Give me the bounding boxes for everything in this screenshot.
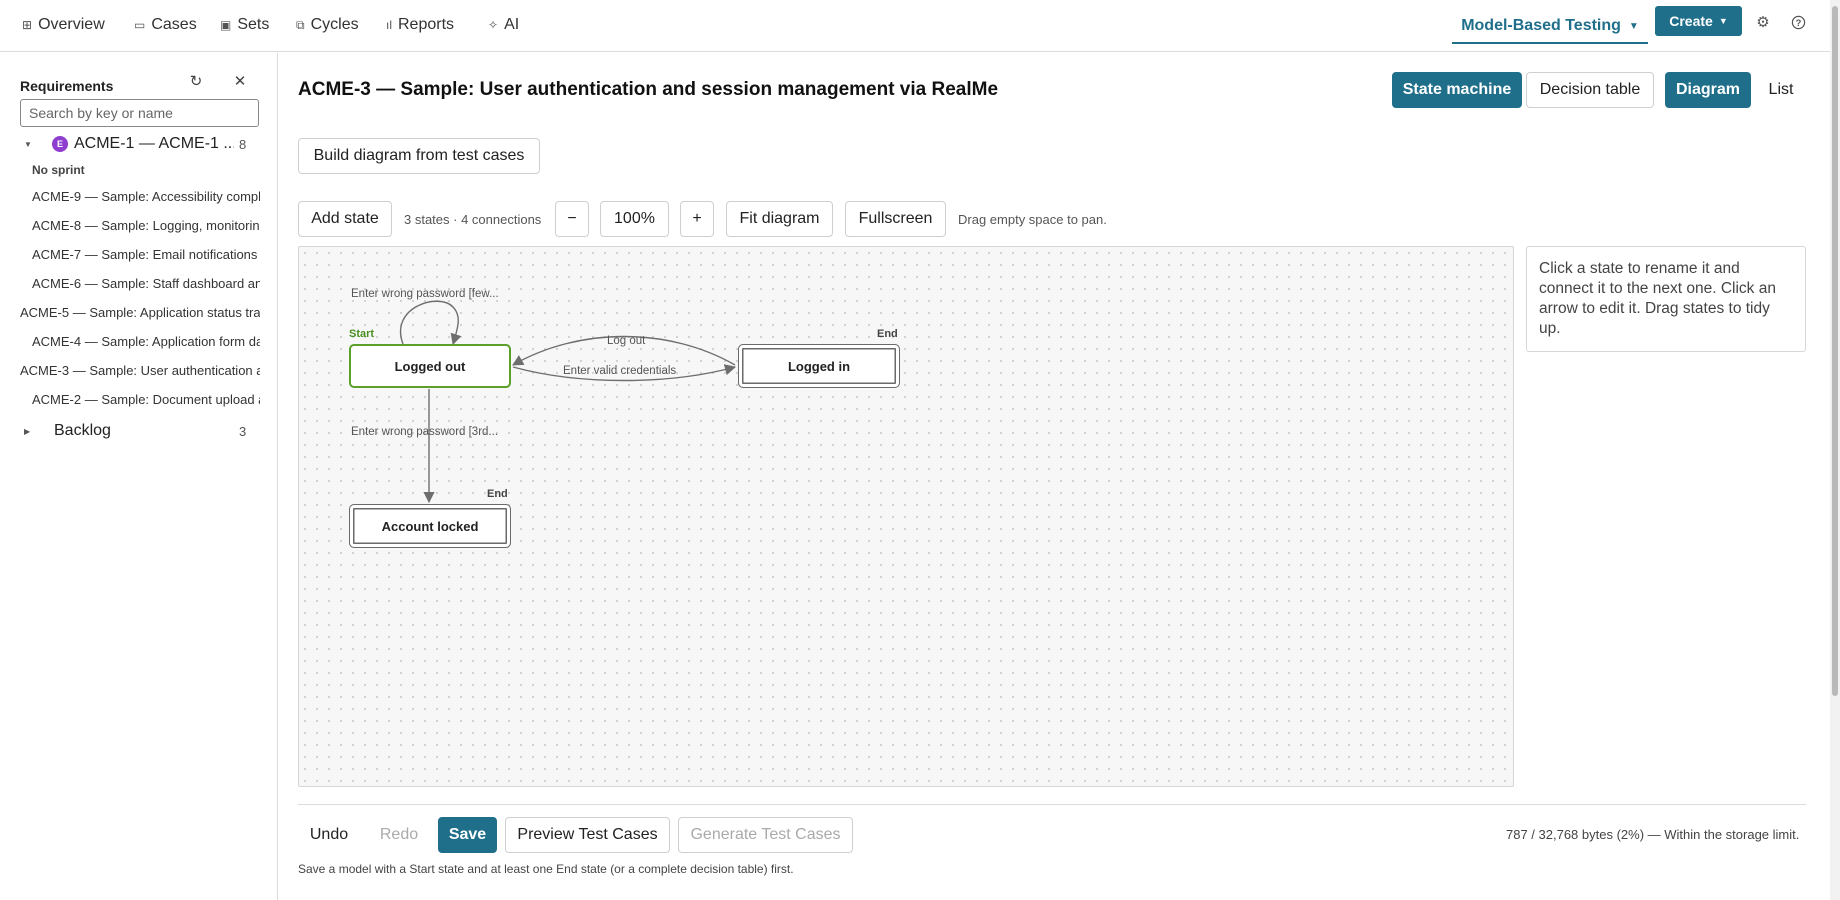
footer-divider [298, 804, 1806, 805]
caret-down-icon: ▼ [1718, 16, 1728, 26]
end-tag: End [877, 328, 898, 340]
sprint-label: No sprint [32, 163, 85, 177]
backlog-label: Backlog [54, 422, 111, 439]
bar-chart-icon: ıl [386, 18, 392, 32]
save-note: Save a model with a Start state and at l… [298, 862, 794, 876]
add-state-button[interactable]: Add state [298, 201, 392, 237]
edge-label[interactable]: Enter valid credentials [563, 365, 676, 377]
fit-diagram-button[interactable]: Fit diagram [726, 201, 833, 237]
zoom-level[interactable]: 100% [600, 201, 669, 237]
state-logged-out[interactable]: Logged out [349, 344, 511, 388]
sparkle-icon: ✧ [488, 18, 499, 32]
refresh-icon[interactable]: ↻ [186, 71, 206, 91]
help-box: Click a state to rename it and connect i… [1526, 246, 1806, 352]
list-item[interactable]: ACME-9 — Sample: Accessibility compli [32, 189, 260, 207]
nav-ai-label: AI [504, 16, 520, 33]
nav-sets-label: Sets [237, 16, 270, 33]
epic-label: ACME-1 — ACME-1 ... [74, 135, 234, 152]
build-diagram-button[interactable]: Build diagram from test cases [298, 138, 540, 174]
list-item[interactable]: ACME-3 — Sample: User authentication a [20, 363, 260, 381]
start-tag: Start [349, 328, 375, 340]
chevron-down-icon[interactable]: ▼ [24, 140, 42, 149]
preview-test-cases-button[interactable]: Preview Test Cases [505, 817, 670, 853]
nav-reports-label: Reports [398, 16, 455, 33]
folder-icon: ▭ [134, 18, 146, 32]
fullscreen-button[interactable]: Fullscreen [845, 201, 946, 237]
storage-usage: 787 / 32,768 bytes (2%) — Within the sto… [1506, 827, 1800, 842]
tab-state-machine[interactable]: State machine [1392, 72, 1522, 108]
list-item[interactable]: ACME-4 — Sample: Application form da [32, 334, 260, 352]
save-button[interactable]: Save [438, 817, 497, 853]
nav-cases-label: Cases [151, 16, 197, 33]
nav-cases[interactable]: ▭ Cases [134, 14, 197, 36]
redo-button[interactable]: Redo [368, 817, 430, 853]
zoom-out-button[interactable]: − [555, 201, 589, 237]
backlog-count: 3 [239, 424, 247, 439]
edge-label[interactable]: Enter wrong password [few... [351, 288, 499, 300]
project-name: Model-Based Testing [1461, 17, 1621, 34]
cycles-icon: ⧉ [296, 17, 305, 32]
create-button[interactable]: Create ▼ [1655, 6, 1742, 36]
nav-ai[interactable]: ✧ AI [488, 14, 519, 36]
list-item[interactable]: ACME-5 — Sample: Application status tra [20, 305, 260, 323]
list-item[interactable]: ACME-2 — Sample: Document upload a [32, 392, 260, 410]
requirements-sidebar: Requirements ↻ ✕ ▼ E ACME-1 — ACME-1 ...… [0, 53, 278, 900]
chevron-right-icon[interactable]: ▶ [24, 427, 54, 436]
list-item[interactable]: ACME-7 — Sample: Email notifications a [32, 247, 260, 265]
pan-hint: Drag empty space to pan. [958, 212, 1107, 227]
close-icon[interactable]: ✕ [230, 71, 250, 91]
diagram-canvas[interactable]: Enter wrong password [few... Log out Ent… [298, 246, 1514, 787]
end-tag: End [487, 488, 508, 500]
epic-row[interactable]: ▼ E ACME-1 — ACME-1 ... [24, 133, 254, 155]
help-icon[interactable]: ? [1788, 12, 1808, 32]
state-logged-in[interactable]: Logged in [738, 344, 900, 388]
edge-label[interactable]: Log out [607, 335, 645, 347]
state-account-locked[interactable]: Account locked [349, 504, 511, 548]
nav-cycles[interactable]: ⧉ Cycles [296, 14, 359, 36]
diagram-stats: 3 states · 4 connections [404, 212, 542, 227]
undo-button[interactable]: Undo [298, 817, 360, 853]
top-nav: ⊞ Overview ▭ Cases ▣ Sets ⧉ Cycles ıl Re… [0, 0, 1830, 52]
page-title: ACME-3 — Sample: User authentication and… [298, 79, 999, 100]
epic-count: 8 [239, 137, 247, 152]
nav-overview[interactable]: ⊞ Overview [22, 14, 105, 36]
caret-down-icon: ▼ [1628, 20, 1639, 32]
zoom-in-button[interactable]: + [680, 201, 714, 237]
tab-diagram[interactable]: Diagram [1665, 72, 1751, 108]
sidebar-title: Requirements [20, 78, 114, 94]
list-item[interactable]: ACME-6 — Sample: Staff dashboard and [32, 276, 260, 294]
project-switcher[interactable]: Model-Based Testing ▼ [1452, 10, 1648, 44]
tab-decision-table[interactable]: Decision table [1526, 72, 1654, 108]
nav-sets[interactable]: ▣ Sets [220, 14, 269, 36]
backlog-row[interactable]: ▶ Backlog [24, 420, 254, 442]
grid-icon: ⊞ [22, 18, 33, 32]
page-scrollbar[interactable] [1830, 0, 1840, 900]
nav-reports[interactable]: ıl Reports [386, 14, 454, 36]
sets-icon: ▣ [220, 18, 232, 32]
epic-badge: E [52, 136, 68, 152]
list-item[interactable]: ACME-8 — Sample: Logging, monitoring [32, 218, 260, 236]
generate-test-cases-button[interactable]: Generate Test Cases [678, 817, 853, 853]
create-label: Create [1669, 13, 1713, 29]
nav-overview-label: Overview [38, 16, 105, 33]
scrollbar-thumb[interactable] [1832, 6, 1838, 696]
edge-label[interactable]: Enter wrong password [3rd... [351, 426, 498, 438]
gear-icon[interactable]: ⚙ [1753, 12, 1773, 32]
nav-cycles-label: Cycles [310, 16, 359, 33]
svg-text:?: ? [1795, 17, 1801, 27]
transition-self-loop[interactable] [399, 300, 462, 346]
tab-list[interactable]: List [1756, 72, 1806, 108]
search-input[interactable] [20, 99, 259, 127]
